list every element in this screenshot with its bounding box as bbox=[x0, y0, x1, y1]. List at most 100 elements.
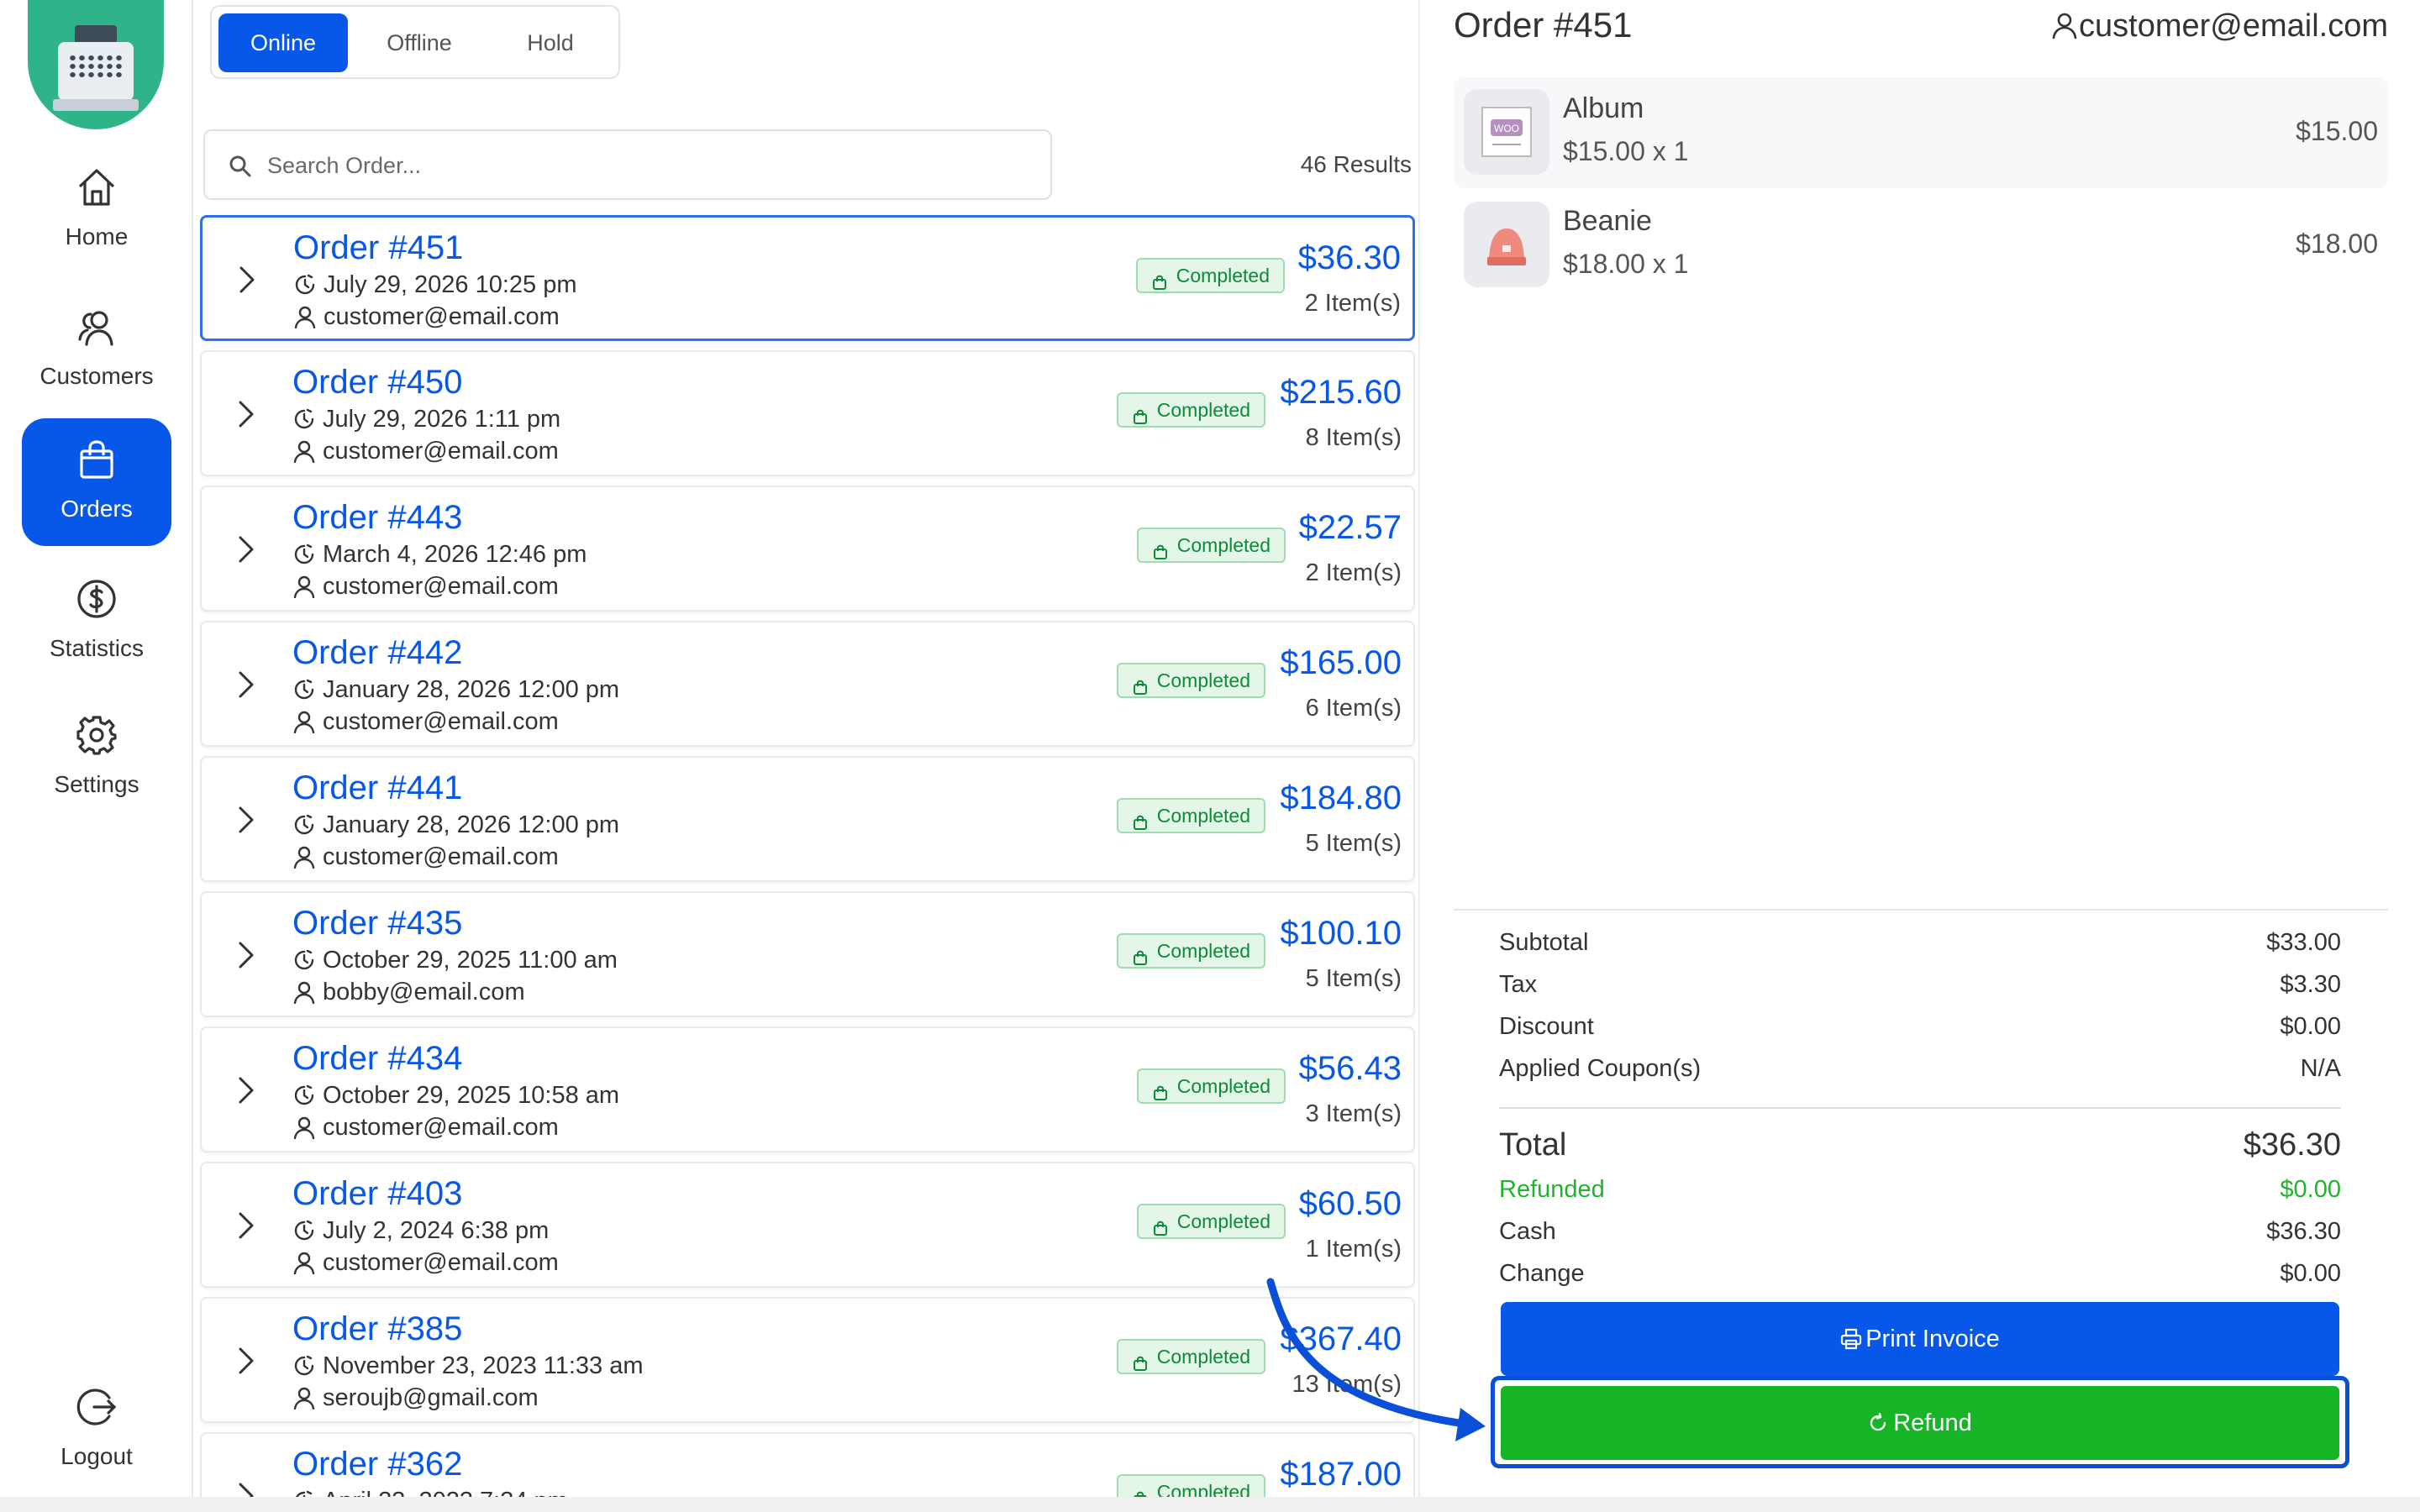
summary-label: Applied Coupon(s) bbox=[1499, 1055, 1702, 1082]
printer-icon bbox=[1840, 1305, 1862, 1350]
order-item-count: 6 Item(s) bbox=[1305, 695, 1402, 722]
sidebar-item-label: Settings bbox=[54, 771, 139, 797]
order-amount: $22.57 bbox=[1298, 509, 1402, 546]
clock-icon bbox=[292, 407, 316, 431]
summary-value: $36.30 bbox=[2266, 1218, 2341, 1245]
sidebar-item-label: Statistics bbox=[49, 635, 145, 661]
order-email: customer@email.com bbox=[323, 573, 559, 600]
user-icon bbox=[292, 1386, 316, 1410]
order-email: customer@email.com bbox=[323, 1249, 559, 1276]
chevron-right-icon[interactable] bbox=[234, 533, 259, 566]
user-icon bbox=[292, 439, 316, 464]
chevron-right-icon[interactable] bbox=[234, 938, 259, 972]
order-date: January 28, 2026 12:00 pm bbox=[323, 811, 620, 838]
summary-total: Total $36.30 bbox=[1499, 1127, 2341, 1169]
chevron-right-icon[interactable] bbox=[234, 1074, 259, 1107]
tab-online[interactable]: Online bbox=[218, 13, 348, 72]
summary-separator bbox=[1454, 909, 2388, 911]
order-row[interactable]: Order #450 July 29, 2026 1:11 pm customer@… bbox=[200, 350, 1415, 476]
user-icon bbox=[292, 1251, 316, 1275]
sidebar-item-settings[interactable]: Settings bbox=[22, 694, 171, 822]
status-badge: Completed bbox=[1116, 798, 1265, 833]
register-keys-shape bbox=[68, 54, 124, 79]
panel-divider bbox=[1418, 0, 1420, 1512]
order-title: Order #434 bbox=[292, 1040, 463, 1077]
summary-label: Change bbox=[1499, 1260, 1585, 1287]
status-badge: Completed bbox=[1116, 933, 1265, 969]
sidebar-item-customers[interactable]: Customers bbox=[22, 286, 171, 413]
bag-icon bbox=[1132, 402, 1149, 424]
order-row[interactable]: Order #435 October 29, 2025 11:00 am bobby… bbox=[200, 891, 1415, 1017]
bag-icon bbox=[1152, 1079, 1169, 1100]
summary-value: $0.00 bbox=[2280, 1013, 2341, 1040]
order-row[interactable]: Order #442 January 28, 2026 12:00 pm custo… bbox=[200, 621, 1415, 747]
summary-subtotal: Subtotal $33.00 bbox=[1499, 929, 2341, 963]
sidebar-item-statistics[interactable]: Statistics bbox=[22, 558, 171, 685]
order-item-count: 5 Item(s) bbox=[1305, 965, 1402, 992]
status-label: Completed bbox=[1176, 265, 1270, 286]
order-list[interactable]: Order #451 July 29, 2026 10:25 pm customer… bbox=[200, 215, 1415, 1512]
chevron-right-icon[interactable] bbox=[234, 263, 260, 297]
chevron-right-icon[interactable] bbox=[234, 668, 259, 701]
clock-icon bbox=[292, 948, 316, 972]
summary-label: Refunded bbox=[1499, 1176, 1605, 1203]
bag-icon bbox=[1152, 1214, 1169, 1236]
logout-button[interactable]: Logout bbox=[22, 1366, 171, 1494]
summary-label: Discount bbox=[1499, 1013, 1594, 1040]
customers-icon bbox=[76, 306, 118, 348]
line-item-name: Beanie bbox=[1563, 205, 1652, 237]
order-email: customer@email.com bbox=[323, 438, 559, 465]
order-item-count: 5 Item(s) bbox=[1305, 830, 1402, 857]
order-row[interactable]: Order #403 July 2, 2024 6:38 pm customer@e… bbox=[200, 1162, 1415, 1288]
search-input[interactable] bbox=[267, 144, 1023, 186]
line-item-qty: $15.00 x 1 bbox=[1563, 136, 1689, 166]
summary-coupon: Applied Coupon(s) N/A bbox=[1499, 1055, 2341, 1089]
order-email: seroujb@gmail.com bbox=[323, 1384, 539, 1411]
order-title: Order #435 bbox=[292, 905, 463, 942]
order-row[interactable]: Order #451 July 29, 2026 10:25 pm customer… bbox=[200, 215, 1415, 341]
line-item-price: $15.00 bbox=[2296, 116, 2378, 146]
chevron-right-icon[interactable] bbox=[234, 1344, 259, 1378]
chevron-right-icon[interactable] bbox=[234, 1209, 259, 1242]
order-row[interactable]: Order #434 October 29, 2025 10:58 am custo… bbox=[200, 1026, 1415, 1152]
order-title: Order #442 bbox=[292, 634, 463, 671]
user-icon bbox=[2050, 11, 2079, 39]
detail-email-text: customer@email.com bbox=[2079, 8, 2388, 44]
tab-hold[interactable]: Hold bbox=[489, 13, 612, 72]
summary-label: Subtotal bbox=[1499, 929, 1589, 956]
svg-text:WOO: WOO bbox=[1494, 123, 1519, 134]
clock-icon bbox=[292, 1354, 316, 1378]
order-row[interactable]: Order #443 March 4, 2026 12:46 pm customer… bbox=[200, 486, 1415, 612]
line-item: WOO Album $15.00 x 1 $15.00 bbox=[1454, 77, 2388, 188]
status-badge: Completed bbox=[1116, 1339, 1265, 1374]
summary-discount: Discount $0.00 bbox=[1499, 1013, 2341, 1047]
user-icon bbox=[292, 710, 316, 734]
sidebar-item-orders[interactable]: Orders bbox=[22, 418, 171, 546]
order-amount: $215.60 bbox=[1280, 374, 1402, 411]
order-date: October 29, 2025 11:00 am bbox=[323, 947, 618, 974]
bag-icon bbox=[1132, 943, 1149, 965]
order-title: Order #443 bbox=[292, 499, 463, 536]
order-amount: $184.80 bbox=[1280, 780, 1402, 816]
refund-button[interactable]: Refund bbox=[1501, 1386, 2339, 1460]
order-amount: $56.43 bbox=[1298, 1050, 1402, 1087]
bottom-strip bbox=[0, 1497, 2420, 1512]
bag-icon bbox=[1151, 268, 1168, 290]
detail-order-title: Order #451 bbox=[1454, 5, 1633, 45]
print-invoice-button[interactable]: Print Invoice bbox=[1501, 1302, 2339, 1376]
line-item-price: $18.00 bbox=[2296, 228, 2378, 259]
order-row[interactable]: Order #441 January 28, 2026 12:00 pm custo… bbox=[200, 756, 1415, 882]
order-email: customer@email.com bbox=[323, 843, 559, 870]
chevron-right-icon[interactable] bbox=[234, 803, 259, 837]
sidebar-item-home[interactable]: Home bbox=[22, 146, 171, 274]
tab-offline[interactable]: Offline bbox=[356, 13, 482, 72]
chevron-right-icon[interactable] bbox=[234, 397, 259, 431]
order-row[interactable]: Order #385 November 23, 2023 11:33 am sero… bbox=[200, 1297, 1415, 1423]
sidebar: Home Customers Orders Statistics Setting bbox=[0, 0, 193, 1512]
pos-app: Home Customers Orders Statistics Setting bbox=[0, 0, 2420, 1512]
refresh-icon bbox=[1868, 1389, 1888, 1431]
status-badge: Completed bbox=[1135, 258, 1285, 293]
sidebar-item-label: Customers bbox=[39, 363, 154, 389]
clock-icon bbox=[293, 273, 317, 297]
order-amount: $367.40 bbox=[1280, 1320, 1402, 1357]
